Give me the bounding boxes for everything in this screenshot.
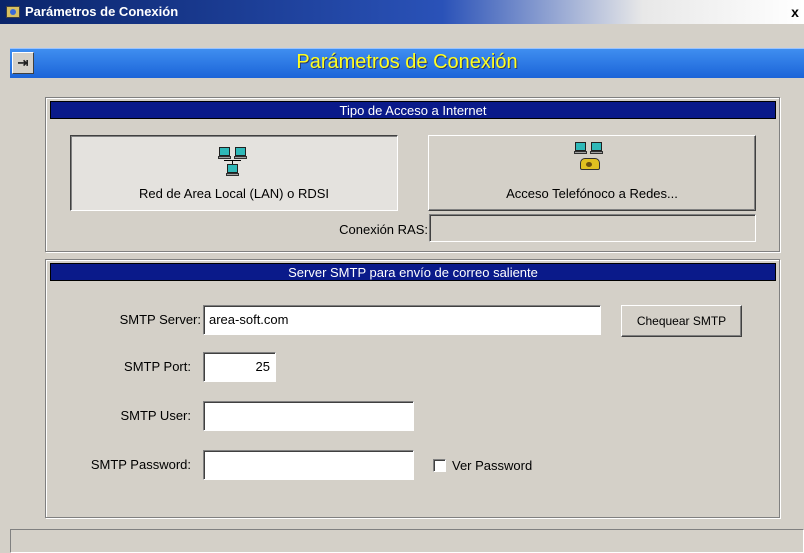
window-title: Parámetros de Conexión xyxy=(25,4,179,19)
smtp-group-title: Server SMTP para envío de correo salient… xyxy=(50,263,776,281)
access-type-group: Tipo de Acceso a Internet Red de Area Lo… xyxy=(45,97,780,252)
close-icon[interactable]: x xyxy=(786,3,804,21)
smtp-port-input[interactable]: 25 xyxy=(203,352,276,382)
smtp-server-label: SMTP Server: xyxy=(119,312,201,327)
ras-label: Conexión RAS: xyxy=(339,222,428,237)
app-icon xyxy=(6,6,20,18)
smtp-password-label: SMTP Password: xyxy=(90,457,191,472)
show-password-label[interactable]: Ver Password xyxy=(452,456,532,476)
smtp-server-input[interactable]: area-soft.com xyxy=(203,305,601,335)
exit-door-icon[interactable]: ⇥ xyxy=(12,52,34,74)
status-bar xyxy=(10,529,804,553)
smtp-port-label: SMTP Port: xyxy=(124,359,191,374)
smtp-user-input[interactable] xyxy=(203,401,414,431)
smtp-group: Server SMTP para envío de correo salient… xyxy=(45,259,780,518)
access-type-group-title: Tipo de Acceso a Internet xyxy=(50,101,776,119)
header-banner: Parámetros de Conexión ⇥ xyxy=(10,48,804,78)
dialup-phone-icon xyxy=(574,142,609,176)
dialup-button[interactable]: Acceso Telefónoco a Redes... xyxy=(428,135,756,211)
dialup-button-label: Acceso Telefónoco a Redes... xyxy=(506,186,678,201)
network-computers-icon xyxy=(218,147,253,177)
page-title: Parámetros de Conexión xyxy=(296,51,518,73)
check-smtp-button[interactable]: Chequear SMTP xyxy=(621,305,742,337)
lan-button[interactable]: Red de Area Local (LAN) o RDSI xyxy=(70,135,398,211)
show-password-checkbox[interactable] xyxy=(433,459,446,472)
lan-button-label: Red de Area Local (LAN) o RDSI xyxy=(138,186,330,201)
window-title-bar[interactable]: Parámetros de Conexión x xyxy=(0,0,804,24)
smtp-user-label: SMTP User: xyxy=(120,408,191,423)
smtp-password-input[interactable] xyxy=(203,450,414,480)
ras-connection-field[interactable] xyxy=(429,214,756,242)
